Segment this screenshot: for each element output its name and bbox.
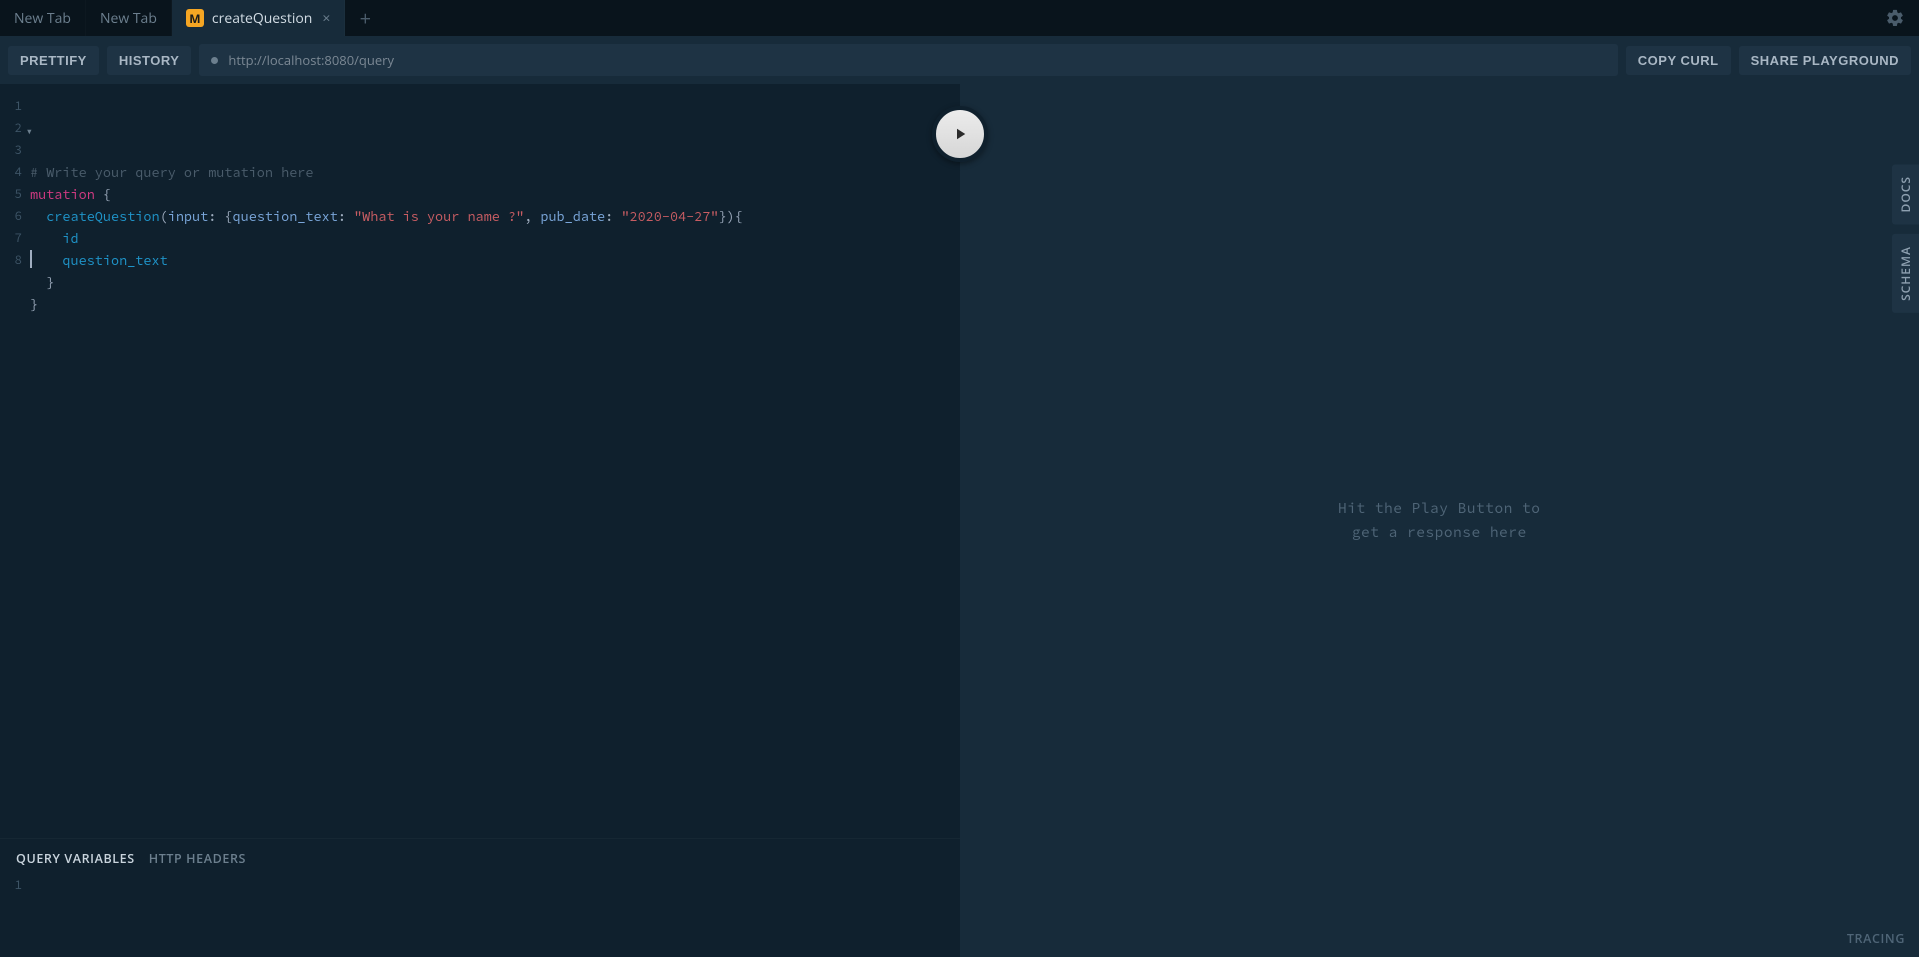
mutation-badge: M [186,9,204,27]
url-input[interactable]: http://localhost:8080/query [199,44,1617,76]
docs-tab[interactable]: DOCS [1892,164,1919,224]
line-gutter: 1 2 3 4 5 6 7 8 ▼ [0,96,30,838]
line-number: 5 [0,184,22,206]
code-area[interactable]: # Write your query or mutation heremutat… [30,96,960,838]
tab-label: createQuestion [212,9,312,28]
play-icon [951,125,969,143]
vars-line-gutter: 1 [0,875,30,897]
variables-tabs: QUERY VARIABLES HTTP HEADERS [0,839,960,875]
text-cursor [30,250,32,268]
history-button[interactable]: HISTORY [107,46,192,75]
line-number: 3 [0,140,22,162]
tab-http-headers[interactable]: HTTP HEADERS [149,850,246,867]
main-area: 1 2 3 4 5 6 7 8 ▼ # Write your query or … [0,84,1919,957]
tab-create-question[interactable]: M createQuestion × [172,0,345,36]
line-number: 6 [0,206,22,228]
placeholder-line: Hit the Play Button to [1338,497,1540,520]
tab-new-2[interactable]: New Tab [86,0,172,36]
schema-tab[interactable]: SCHEMA [1892,234,1919,313]
gear-icon[interactable] [1885,8,1905,28]
placeholder-line: get a response here [1338,521,1540,544]
response-pane: Hit the Play Button to get a response he… [960,84,1919,957]
play-button[interactable] [932,106,988,162]
prettify-button[interactable]: PRETTIFY [8,46,99,75]
line-number: 4 [0,162,22,184]
variables-editor[interactable]: 1 [0,875,960,957]
tracing-label[interactable]: TRACING [1847,930,1905,947]
url-text: http://localhost:8080/query [228,51,394,69]
tab-label: New Tab [100,9,157,28]
line-number: 7 [0,228,22,250]
toolbar: PRETTIFY HISTORY http://localhost:8080/q… [0,36,1919,84]
variables-section: QUERY VARIABLES HTTP HEADERS 1 [0,838,960,957]
line-number: 1 [0,875,22,897]
query-editor[interactable]: 1 2 3 4 5 6 7 8 ▼ # Write your query or … [0,84,960,838]
line-number: 8 [0,250,22,272]
status-dot-icon [211,57,218,64]
line-number: 1 [0,96,22,118]
tab-label: New Tab [14,9,71,28]
close-icon[interactable]: × [322,9,330,28]
tab-query-variables[interactable]: QUERY VARIABLES [16,850,135,867]
query-pane: 1 2 3 4 5 6 7 8 ▼ # Write your query or … [0,84,960,957]
copy-curl-button[interactable]: COPY CURL [1626,46,1731,75]
tab-bar: New Tab New Tab M createQuestion × + [0,0,1919,36]
side-tabs: DOCS SCHEMA [1892,164,1919,313]
add-tab-button[interactable]: + [345,0,385,36]
line-number: 2 [0,118,22,140]
share-playground-button[interactable]: SHARE PLAYGROUND [1739,46,1911,75]
response-placeholder: Hit the Play Button to get a response he… [1338,497,1540,543]
tab-new-1[interactable]: New Tab [0,0,86,36]
